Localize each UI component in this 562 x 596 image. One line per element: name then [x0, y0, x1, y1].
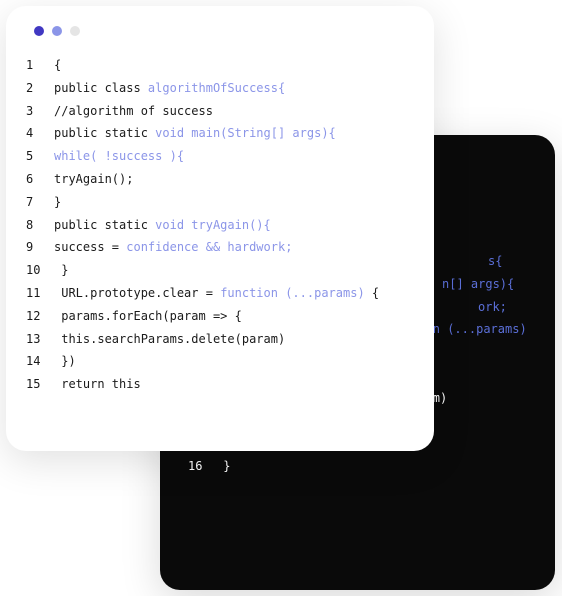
code-content: })	[54, 350, 414, 373]
code-token: s{	[488, 254, 502, 268]
dot-purple	[34, 26, 44, 36]
code-token: params.forEach(param => {	[54, 309, 242, 323]
code-token: URL.prototype.clear =	[54, 286, 220, 300]
code-token: public static	[54, 218, 155, 232]
code-content: }	[216, 455, 535, 478]
code-card-light: 1{2public class algorithmOfSuccess{3//al…	[6, 6, 434, 451]
code-line: 8public static void tryAgain(){	[26, 214, 414, 237]
code-content: public static void tryAgain(){	[54, 214, 414, 237]
code-token: })	[54, 354, 76, 368]
window-dots	[6, 6, 434, 46]
code-line: 6tryAgain();	[26, 168, 414, 191]
line-number: 2	[26, 77, 54, 100]
code-token: //algorithm of success	[54, 104, 213, 118]
code-token: }	[216, 459, 230, 473]
code-token: confidence && hardwork;	[126, 240, 292, 254]
code-token: }	[54, 263, 68, 277]
code-token: this.searchParams.delete(param)	[54, 332, 285, 346]
line-number: 11	[26, 282, 54, 305]
code-token: void tryAgain(){	[155, 218, 271, 232]
code-token: function (...params)	[220, 286, 365, 300]
code-content: this.searchParams.delete(param)	[54, 328, 414, 351]
code-line: 7}	[26, 191, 414, 214]
code-line: 16 }	[188, 455, 535, 478]
line-number: 5	[26, 145, 54, 168]
code-token: {	[54, 58, 61, 72]
code-line: 1{	[26, 54, 414, 77]
code-line: 9success = confidence && hardwork;	[26, 236, 414, 259]
code-content: params.forEach(param => {	[54, 305, 414, 328]
code-line: 15 return this	[26, 373, 414, 396]
code-content: //algorithm of success	[54, 100, 414, 123]
code-line: 2public class algorithmOfSuccess{	[26, 77, 414, 100]
line-number: 10	[26, 259, 54, 282]
code-token: void main(String[] args){	[155, 126, 336, 140]
code-token: tryAgain();	[54, 172, 133, 186]
code-token: public class	[54, 81, 148, 95]
line-number: 12	[26, 305, 54, 328]
code-line: 4public static void main(String[] args){	[26, 122, 414, 145]
code-area-light: 1{2public class algorithmOfSuccess{3//al…	[6, 46, 434, 416]
dot-lavender	[52, 26, 62, 36]
line-number: 14	[26, 350, 54, 373]
line-number: 13	[26, 328, 54, 351]
code-token: ork;	[478, 300, 507, 314]
code-line: 10 }	[26, 259, 414, 282]
line-number: 15	[26, 373, 54, 396]
code-content: public static void main(String[] args){	[54, 122, 414, 145]
code-token: return this	[54, 377, 141, 391]
line-number: 9	[26, 236, 54, 259]
code-content: }	[54, 191, 414, 214]
line-number: 8	[26, 214, 54, 237]
code-line: 11 URL.prototype.clear = function (...pa…	[26, 282, 414, 305]
code-content: tryAgain();	[54, 168, 414, 191]
line-number: 4	[26, 122, 54, 145]
code-token: n[] args){	[442, 277, 514, 291]
code-content: return this	[54, 373, 414, 396]
code-content: public class algorithmOfSuccess{	[54, 77, 414, 100]
code-content: {	[54, 54, 414, 77]
code-content: while( !success ){	[54, 145, 414, 168]
code-line: 14 })	[26, 350, 414, 373]
dot-grey	[70, 26, 80, 36]
code-token: algorithmOfSuccess{	[148, 81, 285, 95]
code-line: 13 this.searchParams.delete(param)	[26, 328, 414, 351]
line-number: 1	[26, 54, 54, 77]
code-line: 3//algorithm of success	[26, 100, 414, 123]
line-number: 16	[188, 455, 216, 478]
code-token: while( !success ){	[54, 149, 184, 163]
code-content: success = confidence && hardwork;	[54, 236, 414, 259]
line-number: 7	[26, 191, 54, 214]
line-number: 3	[26, 100, 54, 123]
code-line: 5while( !success ){	[26, 145, 414, 168]
code-content: }	[54, 259, 414, 282]
code-token: public static	[54, 126, 155, 140]
code-line: 12 params.forEach(param => {	[26, 305, 414, 328]
code-token: {	[365, 286, 379, 300]
code-token: success =	[54, 240, 126, 254]
code-token: }	[54, 195, 61, 209]
code-content: URL.prototype.clear = function (...param…	[54, 282, 414, 305]
line-number: 6	[26, 168, 54, 191]
